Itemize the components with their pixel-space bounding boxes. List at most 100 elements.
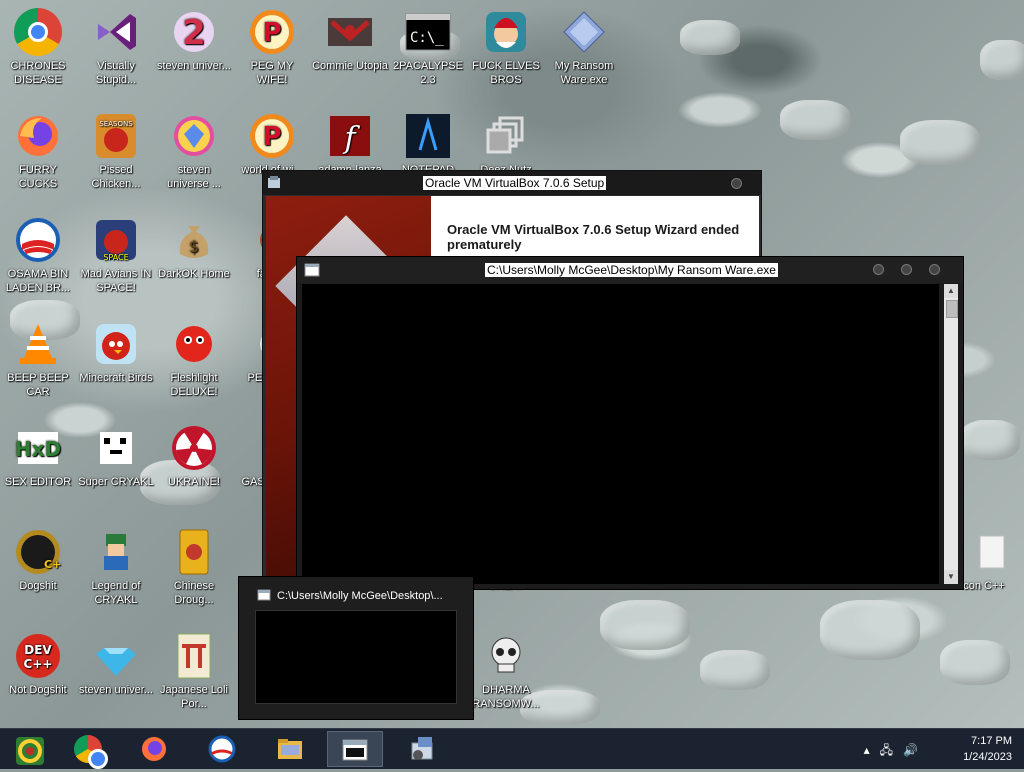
desktop-icon-not-dogshit[interactable]: DEV C++ Not Dogshit	[0, 632, 76, 697]
desktop-icon-osama[interactable]: OSAMA BIN LADEN BR...	[0, 216, 76, 295]
desktop-icon-label: SEX EDITOR	[4, 476, 72, 488]
desktop-icon-fleshlight[interactable]: Fleshlight DELUXE!	[156, 320, 232, 399]
preview-thumbnail[interactable]	[255, 610, 457, 704]
desktop-icon-steven-universe-gem[interactable]: steven universe ...	[156, 112, 232, 191]
desktop-icon-pissed-chicken[interactable]: SEASONS Pissed Chicken...	[78, 112, 154, 191]
desktop-icon-2pacalypse[interactable]: C:\_ 2PACALYPSE 2.3	[390, 8, 466, 87]
peggle-icon: P	[248, 8, 296, 56]
clock-date: 1/24/2023	[963, 751, 1012, 763]
desktop-icon-japanese[interactable]: Japanese Loli Por...	[156, 632, 232, 711]
elf-icon	[482, 8, 530, 56]
mahjong-icon	[170, 528, 218, 576]
desktop-icon-label: Minecraft Birds	[79, 372, 153, 384]
visual-studio-icon	[92, 8, 140, 56]
close-button[interactable]	[731, 178, 742, 189]
installer-icon	[408, 735, 436, 763]
preview-title: C:\Users\Molly McGee\Desktop\...	[277, 590, 443, 602]
desktop-icon-label: FUCK ELVES BROS	[472, 60, 540, 86]
desktop-icon-peg[interactable]: P PEG MY WIFE!	[234, 8, 310, 87]
taskbar-firefox[interactable]	[126, 731, 182, 767]
desktop-icon-label: Mad Avians IN SPACE!	[80, 268, 152, 294]
obama-logo-icon	[208, 735, 236, 763]
svg-text:2: 2	[182, 13, 206, 53]
desktop-icon-label: OSAMA BIN LADEN BR...	[5, 268, 71, 294]
desktop-icon-chrones[interactable]: CHRONES DISEASE	[0, 8, 76, 87]
svg-text:C++: C++	[44, 558, 62, 571]
volume-icon[interactable]: 🔊	[903, 743, 928, 757]
console-window-icon	[304, 263, 320, 277]
title-bar[interactable]: Oracle VM VirtualBox 7.0.6 Setup	[263, 171, 761, 195]
maximize-button[interactable]	[901, 264, 912, 275]
papers-please-icon	[326, 8, 374, 56]
desktop-icon-ukraine[interactable]: UKRAINE!	[156, 424, 232, 489]
desktop-icon-furry[interactable]: FURRY CUCKS	[0, 112, 76, 191]
desktop-icon-world-of[interactable]: P world of wi...	[234, 112, 310, 177]
scroll-down-icon[interactable]: ▼	[944, 570, 958, 584]
desktop-icon-elves[interactable]: FUCK ELVES BROS	[468, 8, 544, 87]
desktop-icon-notepad[interactable]: NOTEPAD	[390, 112, 466, 177]
taskbar-preview-window[interactable]: C:\Users\Molly McGee\Desktop\...	[238, 576, 474, 720]
desktop-icon-steven-univer-diamond[interactable]: steven univer...	[78, 632, 154, 697]
notepad-icon	[404, 112, 452, 160]
angry-birds-seasons-icon: SEASONS	[92, 112, 140, 160]
desktop-icon-darkok[interactable]: $ DarkOK Home	[156, 216, 232, 281]
pixel-dog-icon	[92, 424, 140, 472]
desktop-icon-dharma[interactable]: DHARMA RANSOMW...	[468, 632, 544, 711]
installer-icon	[268, 176, 280, 188]
taskbar-console[interactable]	[327, 731, 383, 767]
scroll-thumb[interactable]	[946, 300, 958, 318]
taskbar-setup[interactable]	[394, 731, 450, 767]
pixel-warrior-icon	[92, 528, 140, 576]
desktop-icon-commie[interactable]: Commie Utopia	[312, 8, 388, 73]
desktop-icon-label: PEG MY WIFE!	[250, 60, 294, 86]
hxd-icon: HxD	[14, 424, 62, 472]
desktop-icon-visual-studio[interactable]: Visually Stupid...	[78, 8, 154, 87]
svg-text:C:\_: C:\_	[410, 30, 444, 46]
svg-text:SEASONS: SEASONS	[99, 120, 133, 128]
taskbar-obama[interactable]	[194, 731, 250, 767]
title-bar[interactable]: C:\Users\Molly McGee\Desktop\My Ransom W…	[297, 257, 963, 283]
clock[interactable]: 7:17 PM 1/24/2023	[963, 733, 1012, 765]
diamond-exe-icon	[560, 8, 608, 56]
desktop-icon-label: CHRONES DISEASE	[10, 60, 66, 86]
svg-text:HxD: HxD	[15, 437, 61, 461]
angry-birds-space-icon: SPACE	[92, 216, 140, 264]
desktop-icon-label: UKRAINE!	[168, 476, 220, 488]
ransomware-console-window[interactable]: C:\Users\Molly McGee\Desktop\My Ransom W…	[296, 256, 964, 590]
desktop-icon-label: FURRY CUCKS	[18, 164, 58, 190]
desktop-icon-label: My Ransom Ware.exe	[554, 60, 614, 86]
desktop-icon-deez-nutz[interactable]: Deez Nutz	[468, 112, 544, 177]
console-window-icon	[257, 589, 271, 601]
desktop-icon-super-cryakl[interactable]: Super CRYAKL	[78, 424, 154, 489]
desktop-icon-dogshit[interactable]: C++ Dogshit	[0, 528, 76, 593]
network-icon[interactable]: 🖧	[880, 743, 903, 757]
desktop-icon-chinese-droug[interactable]: Chinese Droug...	[156, 528, 232, 607]
desktop-icon-label: BEEP BEEP CAR	[7, 372, 69, 398]
desktop-icon-steven-univer[interactable]: 2 steven univer...	[156, 8, 232, 73]
system-tray: ▴🖧🔊	[864, 741, 928, 762]
scroll-up-icon[interactable]: ▲	[944, 284, 958, 298]
desktop-icon-legend-of-cryakl[interactable]: Legend of CRYAKL	[78, 528, 154, 607]
desktop-icon-label: Pissed Chicken...	[91, 164, 141, 190]
chrome-icon	[14, 8, 62, 56]
svg-text:SPACE: SPACE	[103, 253, 128, 262]
desktop-icon-mad-avians[interactable]: SPACE Mad Avians IN SPACE!	[78, 216, 154, 295]
desktop-icon-label: Commie Utopia	[312, 60, 388, 72]
vertical-scrollbar[interactable]: ▲ ▼	[944, 284, 958, 584]
desktop-icon-label: DarkOK Home	[158, 268, 230, 280]
taskbar-chrome[interactable]	[60, 731, 116, 769]
steven-universe-gem-icon	[170, 112, 218, 160]
close-button[interactable]	[929, 264, 940, 275]
desktop-icon-adamp[interactable]: f adamp-lanza	[312, 112, 388, 177]
desktop-icon-my-ransom-ware[interactable]: My Ransom Ware.exe	[546, 8, 622, 87]
red-fluffy-icon	[170, 320, 218, 368]
console-output[interactable]	[302, 284, 939, 584]
up-arrow-icon[interactable]: ▴	[864, 743, 880, 757]
start-button[interactable]	[0, 731, 56, 767]
taskbar-explorer[interactable]	[262, 731, 318, 767]
desktop-icon-minecraft-birds[interactable]: Minecraft Birds	[78, 320, 154, 385]
desktop-icon-sex-editor[interactable]: HxD SEX EDITOR	[0, 424, 76, 489]
desktop-icon-beep-beep[interactable]: BEEP BEEP CAR	[0, 320, 76, 399]
minimize-button[interactable]	[873, 264, 884, 275]
flash-icon: f	[326, 112, 374, 160]
